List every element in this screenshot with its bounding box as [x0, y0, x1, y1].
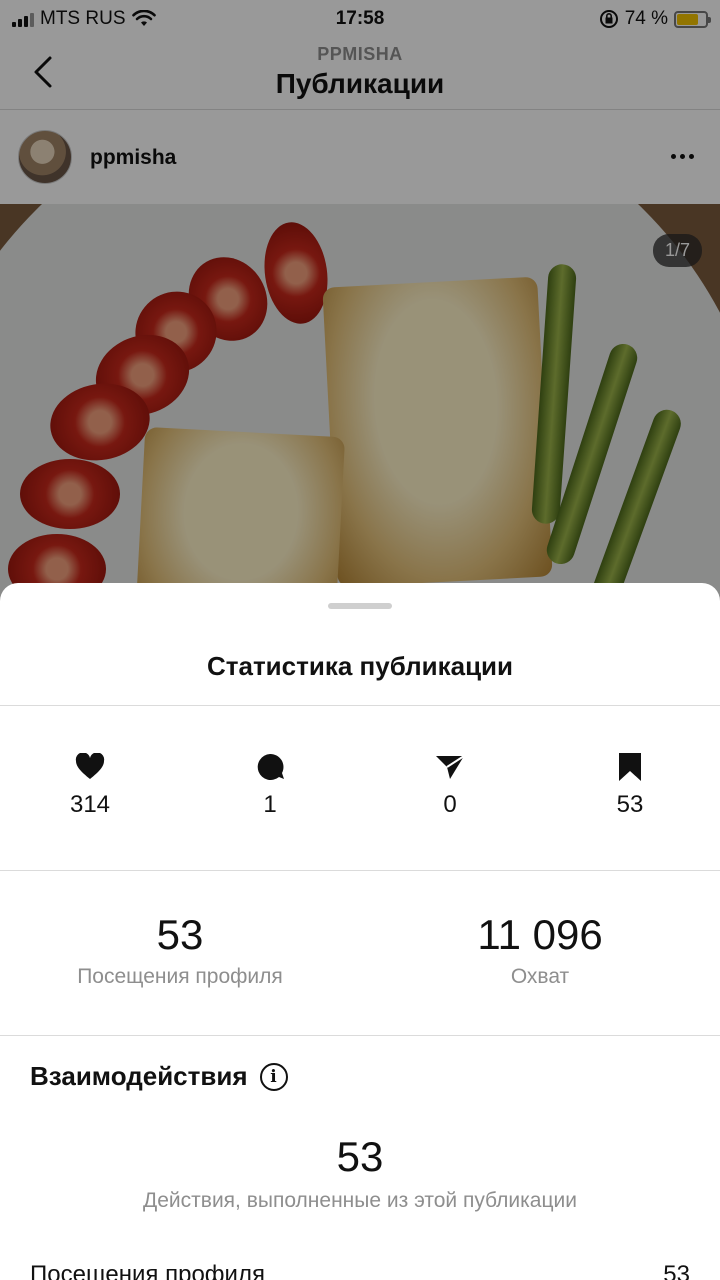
send-icon	[436, 755, 465, 779]
comments-stat: 1	[180, 753, 360, 819]
interactions-heading: Взаимодействия i	[30, 1061, 288, 1092]
interaction-row: Посещения профиля 53	[30, 1261, 690, 1280]
heart-icon	[75, 753, 105, 779]
sheet-title: Статистика публикации	[206, 651, 514, 681]
profile-visits-metric: 53 Посещения профиля	[0, 911, 360, 989]
actions-metric: 53 Действия, выполненные из этой публика…	[0, 1133, 720, 1213]
profile-visits-value: 53	[156, 911, 204, 958]
bookmark-icon	[619, 753, 641, 781]
comment-icon	[257, 753, 284, 780]
profile-visits-label: Посещения профиля	[77, 965, 283, 988]
actions-label: Действия, выполненные из этой публикации	[143, 1189, 577, 1212]
divider	[0, 870, 720, 871]
actions-value: 53	[336, 1133, 384, 1180]
reach-metric: 11 096 Охват	[360, 911, 720, 989]
reach-label: Охват	[510, 965, 570, 988]
info-icon[interactable]: i	[259, 1062, 288, 1091]
comments-count: 1	[263, 791, 277, 818]
reach-value: 11 096	[477, 911, 603, 958]
saves-count: 53	[616, 791, 644, 818]
divider	[0, 1035, 720, 1036]
interaction-row-value: 53	[663, 1261, 690, 1280]
shares-stat: 0	[360, 753, 540, 819]
saves-stat: 53	[540, 753, 720, 819]
likes-count: 314	[69, 791, 111, 818]
divider	[0, 705, 720, 706]
interactions-title: Взаимодействия	[30, 1061, 248, 1091]
shares-count: 0	[443, 791, 457, 818]
likes-stat: 314	[0, 753, 180, 819]
engagement-counts: 314 1 0 53	[0, 753, 720, 823]
interaction-row-label: Посещения профиля	[30, 1261, 265, 1280]
sheet-grabber[interactable]	[328, 603, 392, 609]
post-insights-sheet: Статистика публикации 314 1 0 53 53 Посе…	[0, 583, 720, 1280]
